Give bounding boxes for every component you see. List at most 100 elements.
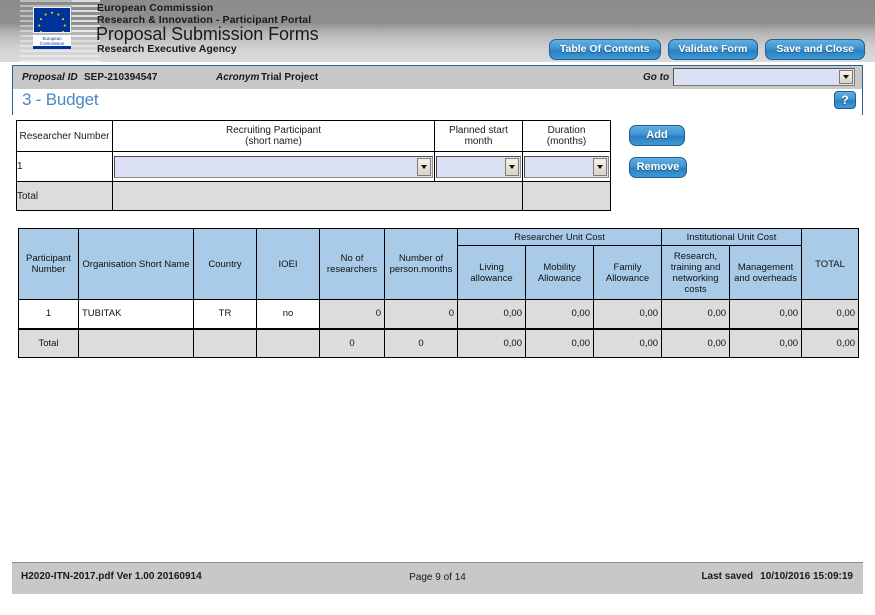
chevron-down-icon[interactable] [417, 157, 431, 176]
cell-mobility-allowance: 0,00 [525, 299, 594, 329]
page-footer: H2020-ITN-2017.pdf Ver 1.00 20160914 Pag… [12, 562, 863, 594]
researcher-total-blank [112, 181, 523, 211]
cell-number-of-person-months: 0 [384, 299, 458, 329]
budget-total-management-and-overheads: 0,00 [729, 327, 803, 358]
header-country: Country [193, 228, 257, 300]
row-action-buttons: Add Remove [629, 125, 687, 178]
researcher-table: Researcher Number Recruiting Participant… [16, 120, 611, 211]
budget-total-family-allowance: 0,00 [592, 327, 663, 358]
goto-label: Go to [643, 72, 670, 83]
budget-total-country [193, 327, 257, 358]
cell-no-of-researchers: 0 [319, 299, 385, 329]
header-management-line2: and overheads [734, 272, 797, 284]
duration-dropdown[interactable] [524, 155, 609, 178]
recruiting-participant-dropdown[interactable] [114, 155, 433, 178]
header-mobility-allowance-line2: Allowance [537, 272, 582, 284]
footer-last-saved: Last saved 10/10/2016 15:09:19 [701, 571, 853, 582]
header-recruiting-participant-line2: (short name) [245, 136, 302, 147]
header-rtn-line2: training and [670, 261, 721, 273]
header-no-of-researchers: No of researchers [319, 228, 385, 300]
cell-participant-number: 1 [18, 299, 79, 329]
budget-table-row: 1 TUBITAK TR no 0 0 0,00 0,00 0,00 0,00 … [18, 299, 860, 329]
budget-total-number-of-person-months: 0 [384, 327, 458, 358]
researcher-table-total-row: Total [16, 181, 611, 211]
header-org-line1: European Commission [97, 2, 214, 14]
chevron-down-icon[interactable] [593, 157, 607, 176]
header-rtn-line1: Research, [673, 250, 718, 262]
header-living-allowance: Living allowance [457, 245, 526, 300]
footer-last-saved-value: 10/10/2016 15:09:19 [760, 571, 853, 582]
header-research-training-networking-costs: Research, training and networking costs [661, 245, 731, 300]
header-management-and-overheads: Management and overheads [729, 245, 803, 300]
cell-organisation-short-name: TUBITAK [78, 299, 194, 329]
header-recruiting-participant: Recruiting Participant (short name) [112, 120, 435, 152]
header-participant-number-line1: Participant [26, 253, 71, 264]
header-participant-number-line2: Number [31, 264, 66, 275]
eu-flag-icon [33, 7, 71, 33]
proposal-id-label: Proposal ID [22, 72, 78, 83]
header-no-of-researchers-line1: No of [340, 253, 364, 264]
app-title: Proposal Submission Forms [96, 24, 319, 44]
validate-form-button[interactable]: Validate Form [667, 39, 759, 60]
header-planned-start-month: Planned start month [434, 120, 523, 152]
add-button[interactable]: Add [629, 125, 685, 146]
page-title: 3 - Budget [22, 90, 99, 109]
budget-total-living-allowance: 0,00 [457, 327, 526, 358]
researcher-table-row: 1 [16, 151, 611, 182]
header-total: TOTAL [801, 228, 860, 300]
cell-duration [522, 151, 611, 182]
eu-logo-caption: European Commission [33, 35, 71, 49]
budget-total-mobility-allowance: 0,00 [525, 327, 594, 358]
acronym-value: Trial Project [261, 72, 319, 83]
budget-total-label: Total [18, 327, 79, 358]
header-no-of-researchers-line2: researchers [326, 264, 378, 275]
header-duration-line1: Duration [547, 125, 586, 136]
researcher-total-label: Total [16, 181, 113, 211]
eu-logo-caption-line2: Commission [39, 41, 65, 46]
budget-total-ioei [256, 327, 320, 358]
budget-total-no-of-researchers: 0 [319, 327, 385, 358]
goto-dropdown[interactable] [673, 68, 855, 86]
cell-research-training-networking-costs: 0,00 [661, 299, 731, 329]
cell-researcher-number: 1 [16, 151, 113, 182]
header-family-allowance-line2: Allowance [605, 272, 650, 284]
header-mobility-allowance-line1: Mobility [543, 261, 576, 273]
budget-table-group-header-row: Participant Number Organisation Short Na… [18, 228, 860, 300]
header-researcher-unit-cost: Researcher Unit Cost [456, 228, 663, 246]
footer-last-saved-label: Last saved [701, 571, 754, 582]
header-institutional-unit-cost: Institutional Unit Cost [661, 228, 803, 246]
save-and-close-button[interactable]: Save and Close [765, 39, 865, 60]
header-button-group: Table Of Contents Validate Form Save and… [548, 39, 865, 60]
app-header: European Commission European Commission … [0, 0, 875, 62]
remove-button[interactable]: Remove [629, 157, 687, 178]
header-rtn-line4: costs [684, 283, 707, 295]
header-duration-line2: (months) [546, 136, 587, 147]
header-number-of-person-months-line1: Number of [398, 253, 444, 264]
header-researcher-number: Researcher Number [16, 120, 113, 152]
chevron-down-icon[interactable] [839, 70, 853, 84]
header-family-allowance: Family Allowance [592, 245, 663, 300]
header-recruiting-participant-line1: Recruiting Participant [225, 125, 322, 136]
cell-living-allowance: 0,00 [457, 299, 526, 329]
header-participant-number: Participant Number [18, 228, 79, 300]
researcher-table-header-row: Researcher Number Recruiting Participant… [16, 120, 611, 152]
chevron-down-icon[interactable] [505, 157, 519, 176]
help-button[interactable]: ? [834, 91, 856, 109]
planned-start-month-dropdown[interactable] [436, 155, 521, 178]
proposal-id-value: SEP-210394547 [84, 72, 158, 83]
budget-total-total: 0,00 [801, 327, 860, 358]
proposal-submission-form-page: European Commission European Commission … [0, 0, 875, 615]
header-number-of-person-months-line2: person.months [389, 264, 453, 275]
cell-family-allowance: 0,00 [592, 299, 663, 329]
acronym-label: Acronym [216, 72, 260, 83]
researcher-total-duration [522, 181, 611, 211]
header-rtn-line3: networking [672, 272, 719, 284]
header-living-allowance-line1: Living [479, 261, 504, 273]
header-ioei: IOEI [256, 228, 320, 300]
cell-recruiting-participant [112, 151, 435, 182]
budget-table-total-row: Total 0 0 0,00 0,00 0,00 0,00 0,00 0,00 [18, 327, 860, 358]
header-living-allowance-line2: allowance [470, 272, 513, 284]
header-organisation-short-name: Organisation Short Name [78, 228, 194, 300]
budget-table: Participant Number Organisation Short Na… [18, 228, 860, 358]
table-of-contents-button[interactable]: Table Of Contents [548, 39, 661, 60]
